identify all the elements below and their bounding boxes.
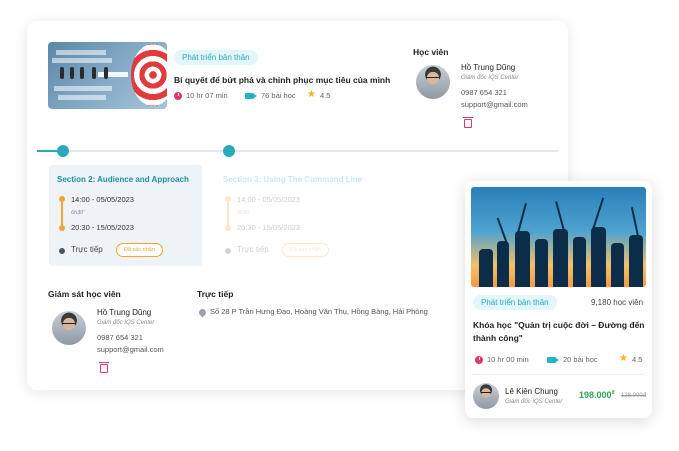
instructor-role: Giám đốc IQS Center bbox=[505, 399, 563, 405]
course-lessons-text: 76 bài học bbox=[261, 91, 296, 100]
student-role: Giám đốc IQS Center bbox=[461, 75, 519, 81]
video-icon bbox=[547, 356, 559, 363]
mode-dot bbox=[59, 248, 65, 254]
star-icon: ★ bbox=[619, 353, 628, 364]
timeline-track bbox=[37, 150, 558, 152]
course-lessons: 76 bài học bbox=[245, 91, 296, 100]
course-rating: ★ 4.5 bbox=[307, 90, 330, 100]
trash-icon[interactable] bbox=[99, 362, 109, 373]
session-card-active[interactable]: Section 2: Audience and Approach 14:00 -… bbox=[49, 165, 202, 266]
location-address: Số 28 P Trần Hưng Đạo, Hoàng Văn Thụ, Hồ… bbox=[210, 307, 428, 316]
divider bbox=[473, 374, 644, 375]
clock-icon bbox=[475, 355, 483, 364]
student-avatar bbox=[416, 65, 450, 99]
instructor-avatar bbox=[473, 383, 499, 409]
course-title[interactable]: Bí quyết để bứt phá và chinh phục mục ti… bbox=[174, 75, 390, 85]
target-icon bbox=[131, 44, 167, 106]
session-title: Section 2: Audience and Approach bbox=[57, 175, 189, 184]
student-phone: 0987 654 321 bbox=[461, 88, 507, 97]
course-duration: 10 hr 07 min bbox=[174, 91, 228, 100]
confirmed-button[interactable]: Đã xác nhận bbox=[282, 243, 329, 257]
promo-price-value: 198.000 bbox=[579, 390, 612, 400]
instructor-name: Lê Kiên Chung bbox=[505, 387, 558, 396]
session-mode: Trực tiếp bbox=[71, 245, 103, 254]
course-duration-text: 10 hr 07 min bbox=[186, 91, 228, 100]
promo-price: 198.000đ bbox=[579, 390, 615, 400]
session-start: 14:00 - 05/05/2023 bbox=[71, 195, 134, 204]
promo-old-price: 128.000đ bbox=[621, 393, 647, 399]
timeline-segment bbox=[227, 202, 229, 227]
supervisor-avatar bbox=[52, 311, 86, 345]
promo-lessons-text: 20 bài học bbox=[563, 355, 598, 364]
timeline-dot-section-2[interactable] bbox=[57, 145, 69, 157]
supervisor-name: Hồ Trung Dũng bbox=[97, 308, 152, 317]
session-duration: 6h30' bbox=[71, 210, 85, 216]
course-thumbnail bbox=[48, 42, 167, 109]
promo-course-image bbox=[471, 187, 646, 287]
session-duration: 6h30' bbox=[237, 210, 251, 216]
stage: Phát triển bản thân Bí quyết để bứt phá … bbox=[0, 0, 679, 451]
promo-rating-text: 4.5 bbox=[631, 354, 643, 364]
promo-duration: 10 hr 00 min bbox=[475, 355, 529, 364]
session-end: 20:30 - 15/05/2023 bbox=[71, 223, 134, 232]
supervisor-heading: Giám sát học viên bbox=[48, 289, 121, 299]
supervisor-phone: 0987 654 321 bbox=[97, 333, 143, 342]
video-icon bbox=[245, 92, 257, 99]
promo-rating: ★ 4.5 bbox=[619, 354, 642, 364]
timeline-segment bbox=[61, 202, 63, 227]
student-heading: Học viên bbox=[413, 47, 449, 57]
promo-students: 9,180 học viên bbox=[591, 298, 644, 307]
timeline-dot-section-3[interactable] bbox=[223, 145, 235, 157]
confirmed-button[interactable]: Đã xác nhận bbox=[116, 243, 163, 257]
session-title: Section 3: Using The Command Line bbox=[223, 175, 363, 184]
promo-lessons: 20 bài học bbox=[547, 355, 598, 364]
end-dot bbox=[225, 225, 231, 231]
session-start: 14:00 - 05/05/2023 bbox=[237, 195, 300, 204]
supervisor-email[interactable]: support@gmail.com bbox=[97, 345, 164, 354]
mode-dot bbox=[225, 248, 231, 254]
trash-icon[interactable] bbox=[463, 117, 473, 128]
course-rating-text: 4.5 bbox=[319, 90, 331, 100]
promo-duration-text: 10 hr 00 min bbox=[487, 355, 529, 364]
promo-price-currency: đ bbox=[611, 390, 615, 396]
location-pin-icon bbox=[197, 307, 208, 318]
course-tag[interactable]: Phát triển bản thân bbox=[174, 50, 258, 65]
session-card-upcoming[interactable]: Section 3: Using The Command Line 14:00 … bbox=[215, 165, 368, 266]
session-mode: Trực tiếp bbox=[237, 245, 269, 254]
promo-course-card[interactable]: Phát triển bản thân 9,180 học viên Khóa … bbox=[465, 181, 652, 418]
clock-icon bbox=[174, 91, 182, 100]
location-heading: Trực tiếp bbox=[197, 289, 234, 299]
end-dot bbox=[59, 225, 65, 231]
student-name: Hồ Trung Dũng bbox=[461, 63, 516, 72]
supervisor-role: Giám đốc IQS Center bbox=[97, 320, 155, 326]
promo-tag[interactable]: Phát triển bản thân bbox=[473, 295, 557, 310]
session-end: 20:30 - 15/05/2023 bbox=[237, 223, 300, 232]
student-email[interactable]: support@gmail.com bbox=[461, 100, 528, 109]
star-icon: ★ bbox=[307, 89, 316, 100]
promo-title[interactable]: Khóa học "Quản trị cuộc đời – Đường đến … bbox=[473, 319, 645, 345]
